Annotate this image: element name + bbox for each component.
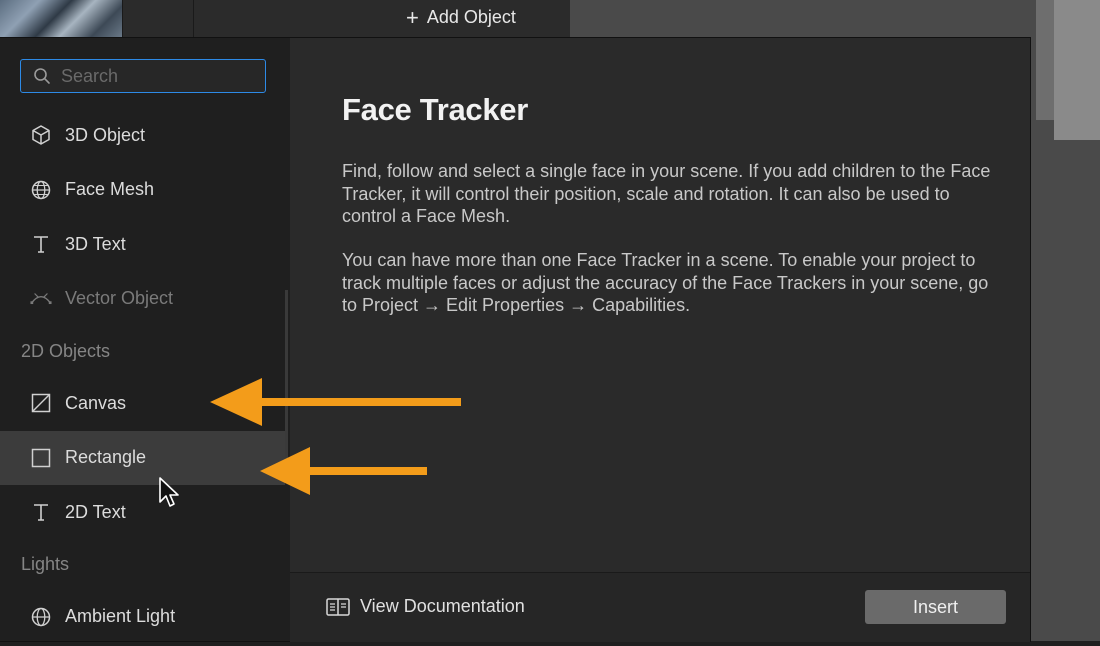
list-item-3d-text[interactable]: 3D Text [0,217,285,272]
view-documentation-link[interactable]: View Documentation [326,596,525,617]
book-icon [326,597,350,616]
viewport-geometry [1054,0,1100,140]
list-item-label: Ambient Light [65,606,176,627]
scene-thumbnail [0,0,122,38]
list-item-rectangle[interactable]: Rectangle [0,430,285,485]
object-list-sidebar: 3D Object Face Mesh 3D Text Vector Objec… [0,38,290,641]
search-input[interactable] [59,64,253,88]
viewport-geometry [1036,0,1054,120]
search-box[interactable] [20,59,266,93]
mouse-cursor-icon [159,477,179,507]
list-item-label: 3D Text [65,233,126,254]
insert-button[interactable]: Insert [865,590,1006,624]
annotation-arrow-icon [260,447,427,495]
list-item-vector-object: Vector Object [0,272,285,327]
rectangle-icon [30,447,52,469]
annotation-arrow-icon [210,378,461,426]
list-item-label: 3D Object [65,124,146,145]
add-object-button[interactable]: + Add Object [406,4,516,30]
list-item-face-mesh[interactable]: Face Mesh [0,163,285,218]
add-object-dialog: 3D Object Face Mesh 3D Text Vector Objec… [0,38,1030,642]
list-item-label: 2D Text [65,501,126,522]
add-object-label: Add Object [426,7,516,27]
dialog-footer: View Documentation Insert [290,572,1030,642]
detail-title: Face Tracker [342,92,528,127]
list-item-ambient-light[interactable]: Ambient Light [0,590,285,642]
list-item-label: Face Mesh [65,179,155,200]
section-header-2d-objects: 2D Objects [21,340,111,361]
search-icon [34,68,50,84]
plus-icon: + [406,4,419,30]
list-item-3d-object[interactable]: 3D Object [0,108,285,163]
view-documentation-label: View Documentation [360,596,525,616]
detail-description: You can have more than one Face Tracker … [342,250,989,315]
list-item-2d-text[interactable]: 2D Text [0,485,285,540]
list-item-label: Rectangle [65,447,147,468]
text-icon [30,233,52,255]
top-toolbar: + Add Object [122,0,571,38]
cube-icon [30,124,52,146]
vector-object-icon [30,288,52,310]
object-list: 3D Object Face Mesh 3D Text Vector Objec… [0,108,285,641]
list-item-label: Canvas [65,392,127,413]
face-mesh-icon [30,179,52,201]
detail-description: Find, follow and select a single face in… [342,161,991,226]
toolbar-divider [193,0,194,38]
section-header-lights: Lights [21,554,70,574]
list-item-label: Vector Object [65,288,174,309]
canvas-icon [30,392,52,414]
text-icon [30,501,52,523]
globe-icon [30,606,52,628]
